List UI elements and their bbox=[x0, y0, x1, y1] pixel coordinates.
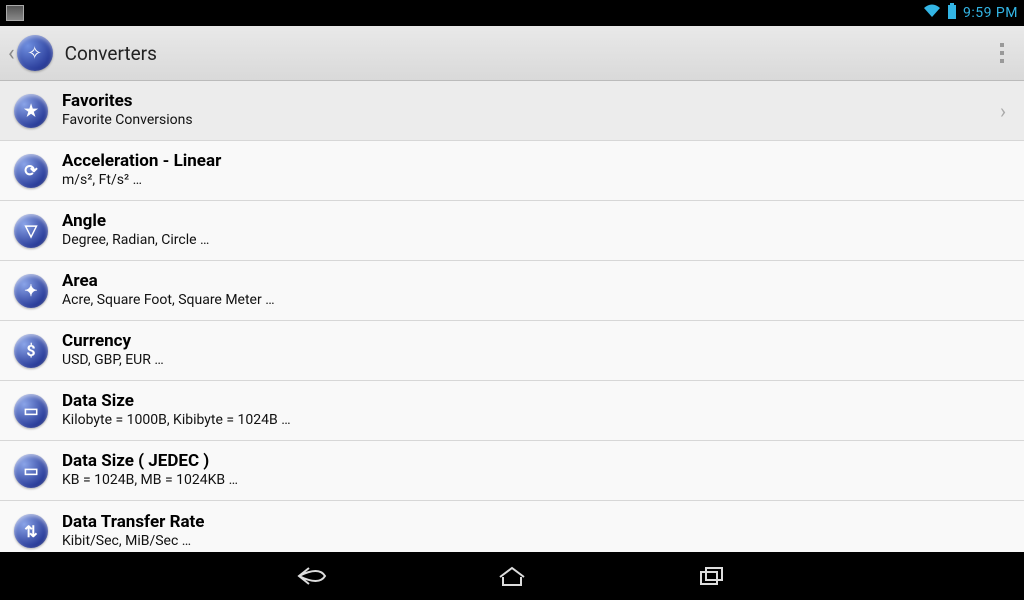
star-icon: ★ bbox=[14, 94, 48, 128]
list-item-data-transfer-rate[interactable]: ⇅ Data Transfer Rate Kibit/Sec, MiB/Sec … bbox=[0, 501, 1024, 552]
back-caret-icon[interactable]: ‹ bbox=[8, 41, 15, 66]
list-item-acceleration[interactable]: ⟳ Acceleration - Linear m/s², Ft/s² … bbox=[0, 141, 1024, 201]
row-subtitle: USD, GBP, EUR … bbox=[62, 352, 1010, 370]
list-item-data-size-jedec[interactable]: ▭ Data Size ( JEDEC ) KB = 1024B, MB = 1… bbox=[0, 441, 1024, 501]
status-bar: 9:59 PM bbox=[0, 0, 1024, 26]
currency-icon: $ bbox=[14, 334, 48, 368]
converter-list[interactable]: ★ Favorites Favorite Conversions › ⟳ Acc… bbox=[0, 81, 1024, 552]
row-title: Area bbox=[62, 271, 1010, 291]
row-subtitle: Acre, Square Foot, Square Meter … bbox=[62, 292, 1010, 310]
row-title: Favorites bbox=[62, 91, 996, 111]
notification-icon bbox=[6, 5, 24, 21]
row-subtitle: m/s², Ft/s² … bbox=[62, 172, 1010, 190]
wifi-icon bbox=[923, 4, 941, 22]
list-item-currency[interactable]: $ Currency USD, GBP, EUR … bbox=[0, 321, 1024, 381]
system-nav-bar bbox=[0, 552, 1024, 600]
gauge-icon: ⟳ bbox=[14, 154, 48, 188]
overflow-menu-button[interactable] bbox=[988, 37, 1016, 69]
chevron-right-icon: › bbox=[996, 99, 1010, 123]
page-title: Converters bbox=[65, 42, 157, 65]
nav-home-button[interactable] bbox=[492, 556, 532, 596]
transfer-icon: ⇅ bbox=[14, 514, 48, 548]
action-bar: ‹ ✧ Converters bbox=[0, 26, 1024, 81]
row-title: Data Size bbox=[62, 391, 1010, 411]
row-subtitle: Favorite Conversions bbox=[62, 112, 996, 130]
row-subtitle: Degree, Radian, Circle … bbox=[62, 232, 1010, 250]
list-item-angle[interactable]: ▽ Angle Degree, Radian, Circle … bbox=[0, 201, 1024, 261]
row-title: Data Size ( JEDEC ) bbox=[62, 451, 1010, 471]
list-item-data-size[interactable]: ▭ Data Size Kilobyte = 1000B, Kibibyte =… bbox=[0, 381, 1024, 441]
row-title: Angle bbox=[62, 211, 1010, 231]
row-title: Currency bbox=[62, 331, 1010, 351]
app-icon[interactable]: ✧ bbox=[17, 35, 53, 71]
row-title: Acceleration - Linear bbox=[62, 151, 1010, 171]
nav-recents-button[interactable] bbox=[692, 556, 732, 596]
list-item-favorites[interactable]: ★ Favorites Favorite Conversions › bbox=[0, 81, 1024, 141]
list-item-area[interactable]: ✦ Area Acre, Square Foot, Square Meter … bbox=[0, 261, 1024, 321]
row-subtitle: KB = 1024B, MB = 1024KB … bbox=[62, 472, 1010, 490]
row-subtitle: Kilobyte = 1000B, Kibibyte = 1024B … bbox=[62, 412, 1010, 430]
content-area: ★ Favorites Favorite Conversions › ⟳ Acc… bbox=[0, 81, 1024, 552]
battery-icon bbox=[947, 3, 957, 23]
nav-back-button[interactable] bbox=[292, 556, 332, 596]
disk-icon: ▭ bbox=[14, 394, 48, 428]
area-icon: ✦ bbox=[14, 274, 48, 308]
row-title: Data Transfer Rate bbox=[62, 512, 1010, 532]
status-clock: 9:59 PM bbox=[963, 5, 1018, 21]
row-subtitle: Kibit/Sec, MiB/Sec … bbox=[62, 533, 1010, 551]
angle-icon: ▽ bbox=[14, 214, 48, 248]
disk-icon: ▭ bbox=[14, 454, 48, 488]
